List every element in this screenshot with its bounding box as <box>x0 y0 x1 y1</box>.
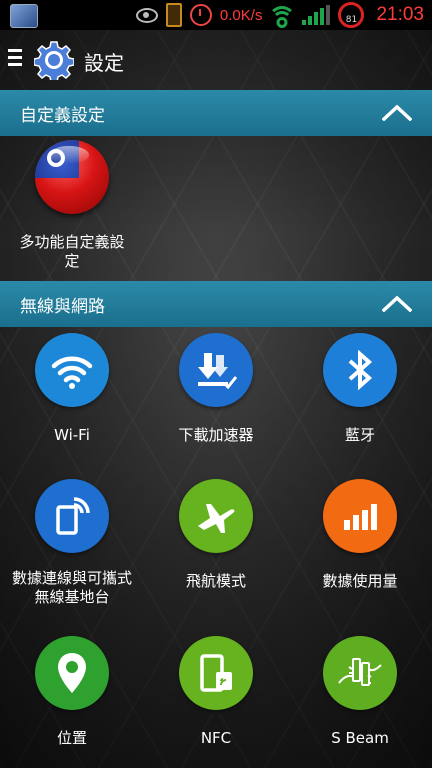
tile-label: 數據使用量 <box>322 572 398 590</box>
page-title: 設定 <box>84 51 124 75</box>
action-bar: 設定 <box>0 30 432 88</box>
status-bar: 0.0K/s 81 21:03 <box>0 0 432 30</box>
tile-data-usage[interactable]: 數據使用量 <box>288 479 432 591</box>
section-header-custom[interactable]: 自定義設定 <box>0 90 432 136</box>
tile-nfc[interactable]: NFC <box>144 636 288 748</box>
section-title: 無線與網路 <box>20 296 105 317</box>
tile-airplane-mode[interactable]: 飛航模式 <box>144 479 288 591</box>
alarm-icon <box>189 4 212 26</box>
menu-icon[interactable] <box>8 46 22 70</box>
tile-label: 下載加速器 <box>178 426 254 444</box>
download-icon <box>179 333 253 407</box>
wifi-icon <box>35 333 109 407</box>
battery-icon: 81 <box>338 2 365 28</box>
gear-icon[interactable] <box>34 40 74 80</box>
tile-label: S Beam <box>331 729 389 747</box>
chevron-up-icon[interactable] <box>382 294 412 312</box>
tile-custom-settings[interactable]: 多功能自定義設定 <box>0 140 144 271</box>
eye-icon <box>135 7 158 23</box>
photo-icon <box>10 4 38 28</box>
taiwan-flag-icon <box>35 140 109 214</box>
tile-bluetooth[interactable]: 藍牙 <box>288 333 432 445</box>
wifi-icon <box>268 4 297 28</box>
signal-icon <box>302 5 331 25</box>
tile-label: NFC <box>200 729 232 747</box>
tile-download-booster[interactable]: 下載加速器 <box>144 333 288 445</box>
tile-tethering-hotspot[interactable]: 數據連線與可攜式無線基地台 <box>0 479 144 607</box>
tile-label: Wi-Fi <box>54 426 90 444</box>
tile-location[interactable]: 位置 <box>0 636 144 748</box>
tile-label: 飛航模式 <box>185 572 246 590</box>
tile-wifi[interactable]: Wi-Fi <box>0 333 144 445</box>
vibrate-icon <box>165 3 182 27</box>
tile-s-beam[interactable]: S Beam <box>288 636 432 748</box>
tile-label: 數據連線與可攜式無線基地台 <box>11 569 132 606</box>
chevron-up-icon[interactable] <box>382 103 412 121</box>
location-icon <box>35 636 109 710</box>
section-title: 自定義設定 <box>20 105 105 126</box>
bluetooth-icon <box>323 333 397 407</box>
tile-label: 位置 <box>56 729 87 747</box>
nfc-icon <box>179 636 253 710</box>
hotspot-icon <box>35 479 109 553</box>
airplane-icon <box>179 479 253 553</box>
data-usage-icon <box>323 479 397 553</box>
battery-level: 81 <box>345 15 358 25</box>
tile-label: 藍牙 <box>344 426 375 444</box>
section-header-wireless[interactable]: 無線與網路 <box>0 281 432 327</box>
clock: 21:03 <box>376 4 424 25</box>
s-beam-icon <box>323 636 397 710</box>
network-speed: 0.0K/s <box>219 6 263 24</box>
tile-label: 多功能自定義設定 <box>19 233 125 270</box>
